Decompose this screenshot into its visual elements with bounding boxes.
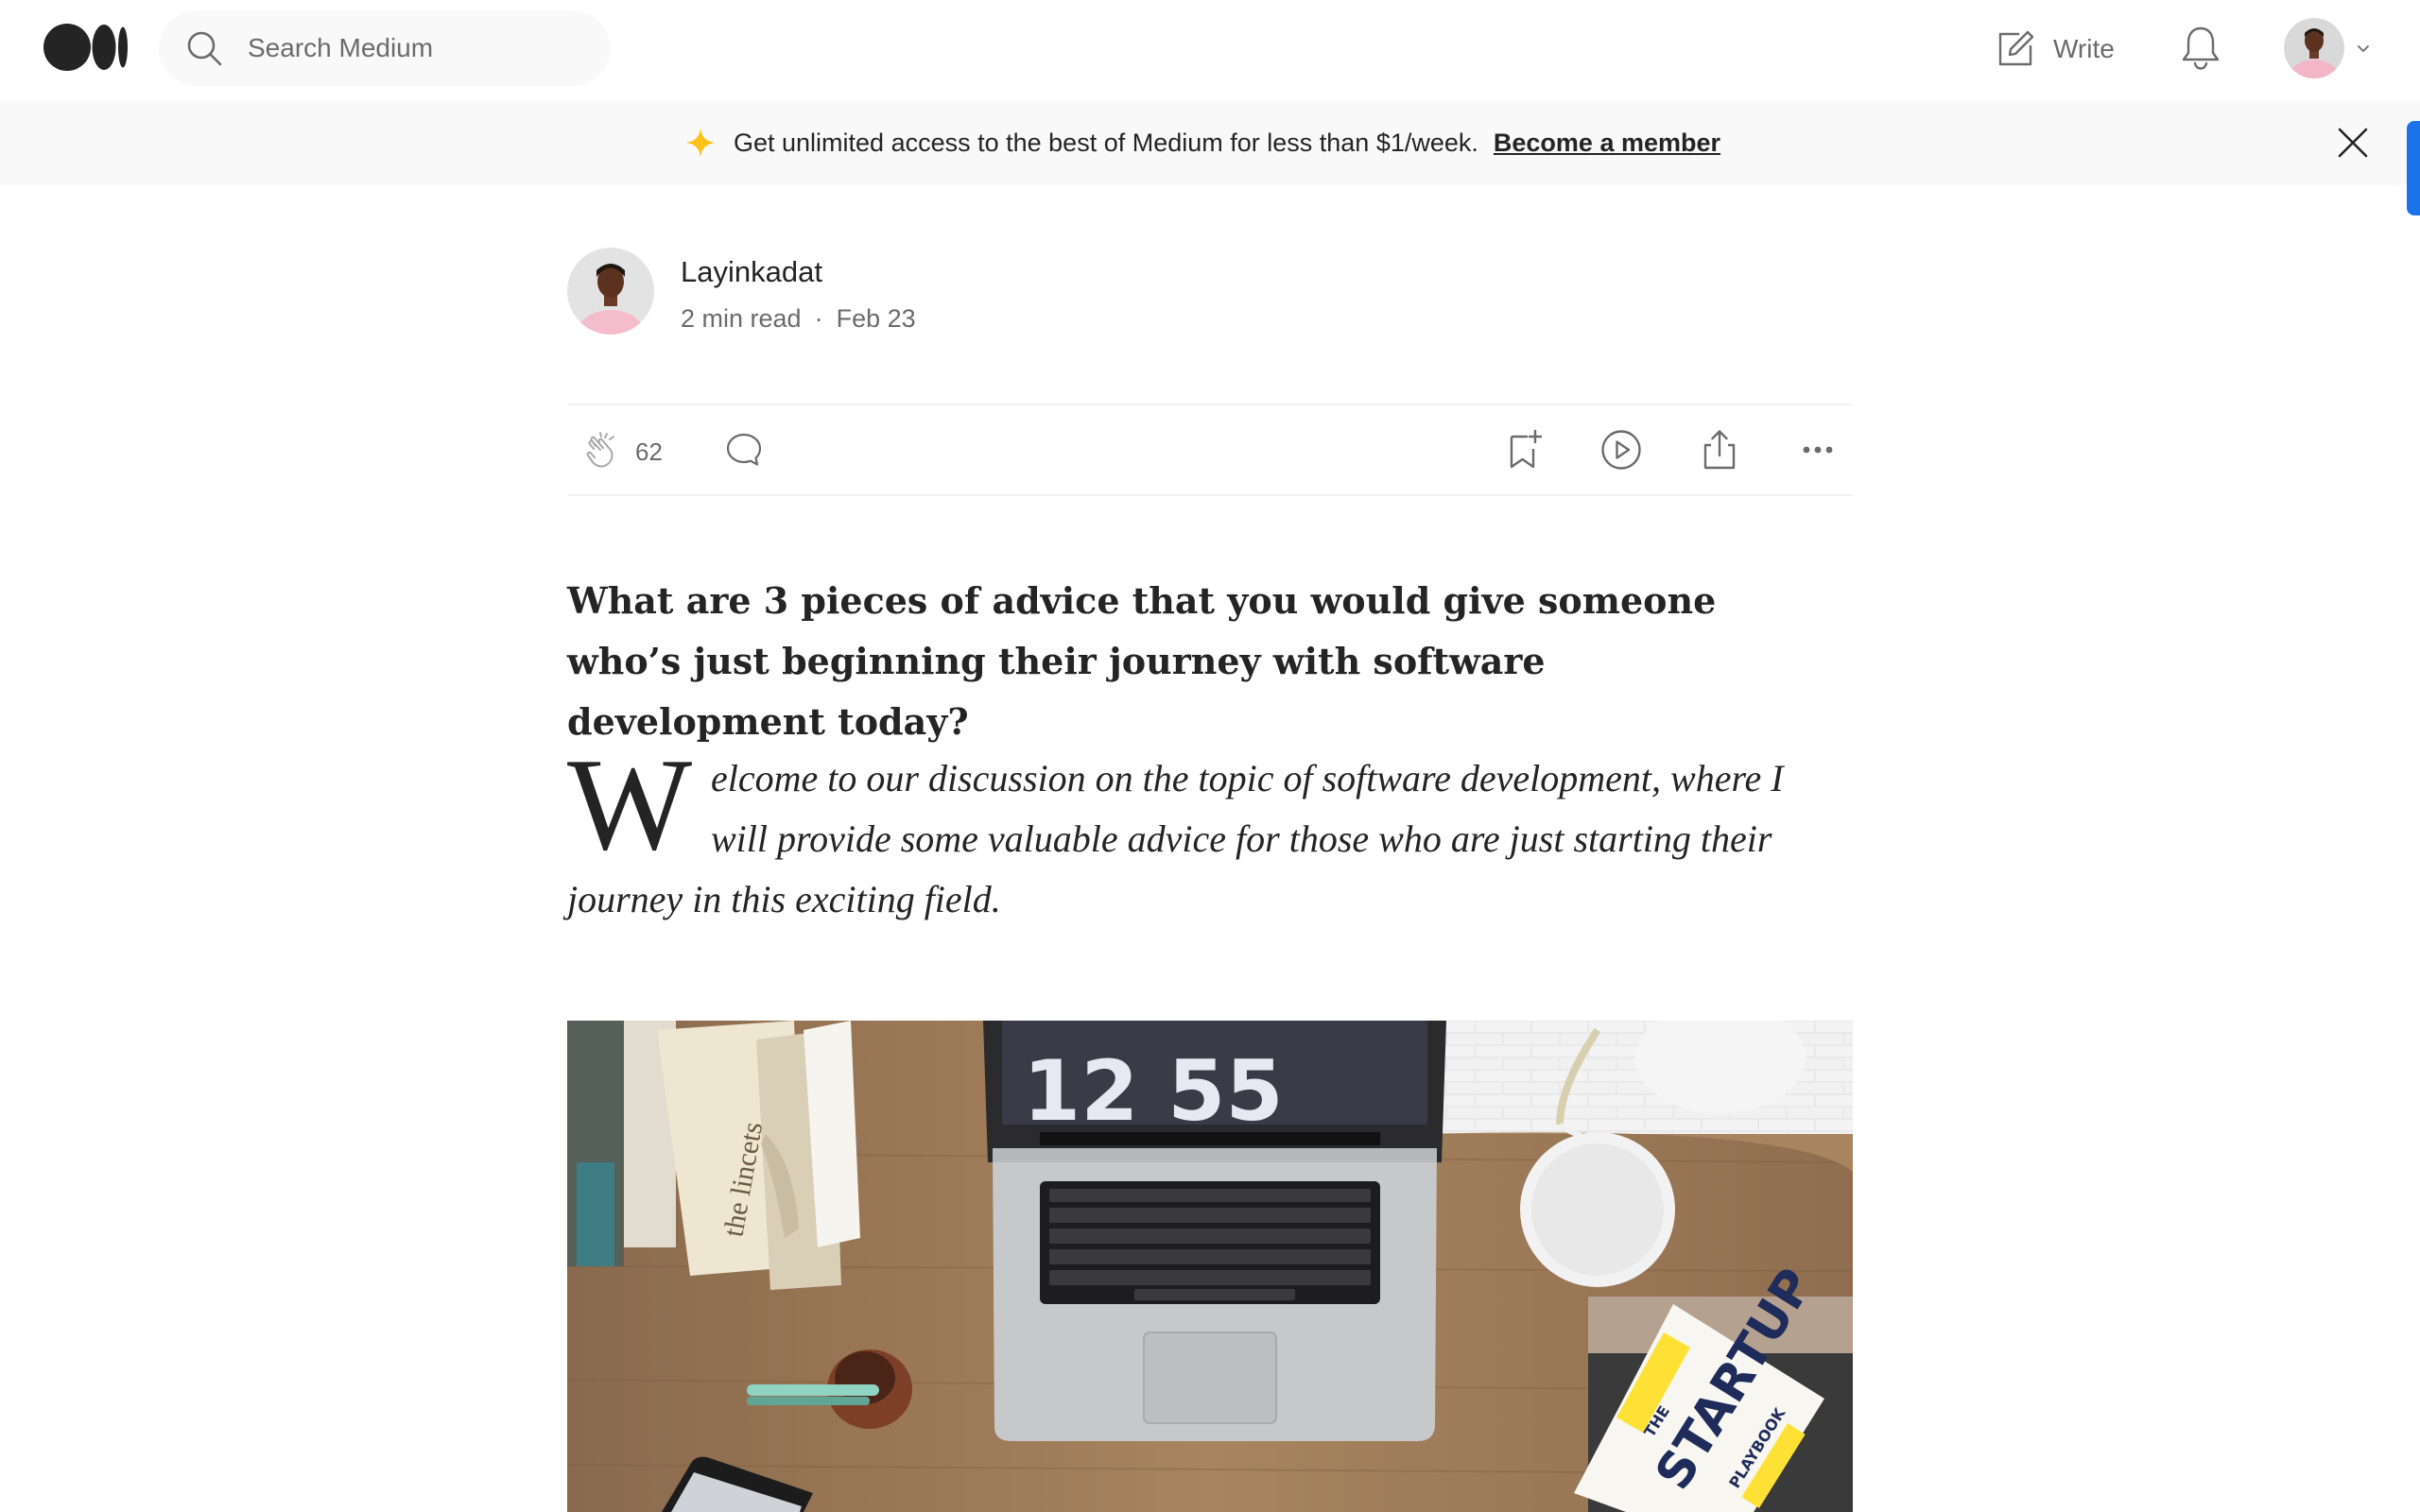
article-action-bar: 62 [567, 404, 1853, 496]
desk-illustration: the lincets 12 55 PM STARTUP THE PLAYBOO… [567, 1021, 1853, 1512]
article-headline: What are 3 pieces of advice that you wou… [567, 579, 1717, 743]
search-icon [187, 31, 222, 66]
user-menu[interactable] [2284, 17, 2373, 79]
banner-content: Get unlimited access to the best of Medi… [684, 100, 1720, 185]
bookmark-add-icon[interactable] [1503, 428, 1547, 472]
lede-line-1: elcome to our discussion on the topic of… [711, 757, 1784, 799]
clap-icon[interactable] [582, 430, 624, 472]
startup-playbook-book: STARTUP THE PLAYBOOK [1574, 1259, 1853, 1512]
publish-date: Feb 23 [836, 304, 916, 333]
lede-line-2: will provide some valuable advice for th… [711, 817, 1772, 860]
hero-image: the lincets 12 55 PM STARTUP THE PLAYBOO… [567, 1021, 1853, 1512]
become-member-link[interactable]: Become a member [1494, 129, 1720, 158]
clock-display: 12 55 [1023, 1042, 1284, 1140]
write-icon [1998, 30, 2034, 66]
read-time: 2 min read [681, 304, 802, 333]
avatar[interactable] [2284, 18, 2344, 78]
membership-banner: Get unlimited access to the best of Medi… [0, 100, 2420, 185]
banner-text: Get unlimited access to the best of Medi… [734, 128, 1478, 157]
side-tab[interactable] [2407, 121, 2420, 215]
search-input[interactable] [248, 22, 588, 75]
clock-period: PM [1032, 1108, 1052, 1122]
chevron-down-icon [2358, 45, 2369, 52]
author-avatar[interactable] [567, 248, 654, 335]
share-icon[interactable] [1698, 428, 1741, 472]
clap-count[interactable]: 62 [635, 438, 663, 467]
article-lede: elcome to our discussion on the topic of… [567, 748, 1815, 930]
medium-logo-icon[interactable] [43, 23, 130, 72]
article-meta: 2 min read · Feb 23 [681, 304, 916, 334]
listen-play-icon[interactable] [1599, 428, 1643, 472]
lede-line-3: journey in this exciting field. [567, 878, 1001, 920]
comment-icon[interactable] [724, 430, 764, 470]
books-stack: the lincets [567, 1021, 860, 1290]
close-icon[interactable] [2335, 125, 2371, 161]
notifications-bell-icon[interactable] [2178, 25, 2223, 72]
author-name[interactable]: Layinkadat [681, 255, 822, 289]
top-navigation: Write [0, 0, 2420, 100]
search-bar[interactable] [159, 10, 611, 86]
write-label: Write [2053, 34, 2115, 63]
sparkle-icon [685, 128, 716, 158]
meta-separator: · [814, 304, 823, 333]
more-options-icon[interactable] [1796, 428, 1840, 472]
write-button[interactable]: Write [1995, 23, 2115, 76]
laptop: 12 55 PM [983, 1021, 1446, 1441]
